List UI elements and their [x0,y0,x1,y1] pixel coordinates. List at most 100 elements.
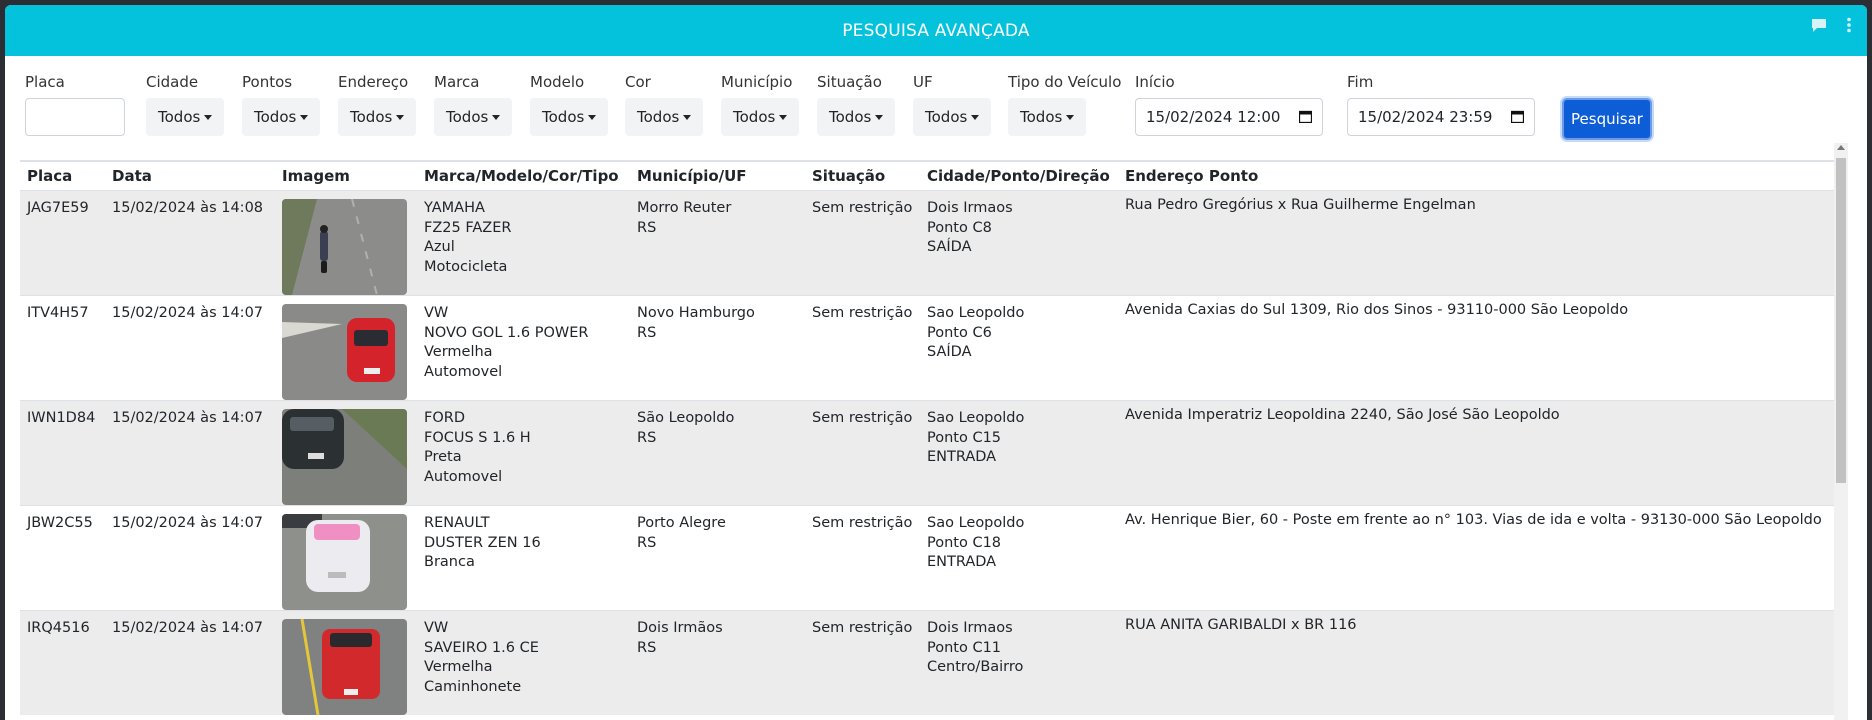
table-scrollbar[interactable] [1834,143,1848,720]
table-row[interactable]: JBW2C55 15/02/2024 às 14:07 RENAULT DUST… [20,505,1842,611]
column-header-veiculo[interactable]: Marca/Modelo/Cor/Tipo [417,162,630,191]
page-header: PESQUISA AVANÇADA [5,5,1867,56]
pontos-label: Pontos [242,73,293,91]
uf: RS [637,639,657,656]
cell-imagem [275,506,417,611]
ponto: Ponto C8 [927,219,992,236]
table-row[interactable]: JAG7E59 15/02/2024 às 14:08 YAMAHA FZ25 … [20,190,1842,296]
vehicle-model: NOVO GOL 1.6 POWER [424,324,589,341]
vehicle-photo[interactable] [282,199,407,295]
vehicle-type: Motocicleta [424,259,508,276]
tipo-value: Todos [1020,108,1063,126]
ponto: Ponto C11 [927,639,1002,656]
column-header-placa[interactable]: Placa [20,162,105,191]
placa-input[interactable] [25,98,125,136]
caret-down-icon [1066,114,1075,120]
situacao-dropdown[interactable]: Todos [817,98,896,136]
modelo-dropdown[interactable]: Todos [530,98,609,136]
municipio-label: Município [721,73,793,91]
cor-dropdown[interactable]: Todos [625,98,704,136]
cidade-value: Todos [158,108,201,126]
cell-cidade: Sao Leopoldo Ponto C6 SAÍDA [920,296,1118,401]
fim-datetime-input[interactable]: 15/02/2024 23:59 [1347,98,1535,136]
column-header-endereco[interactable]: Endereço Ponto [1118,162,1842,191]
vehicle-photo[interactable] [282,304,407,400]
direcao: SAÍDA [927,239,972,256]
cell-municipio: Morro Reuter RS [630,191,805,296]
cell-imagem [275,191,417,296]
caret-down-icon [683,114,692,120]
vehicle-photo[interactable] [282,514,407,610]
cell-endereco: Rua Pedro Gregórius x Rua Guilherme Enge… [1125,197,1476,213]
column-header-cidade[interactable]: Cidade/Ponto/Direção [920,162,1118,191]
cell-cidade: Sao Leopoldo Ponto C15 ENTRADA [920,401,1118,506]
modelo-value: Todos [542,108,585,126]
cell-imagem [275,296,417,401]
vehicle-model: FOCUS S 1.6 H [424,429,531,446]
cell-endereco: Av. Henrique Bier, 60 - Poste em frente … [1125,512,1822,528]
vehicle-color: Azul [424,239,455,256]
cell-endereco: Avenida Imperatriz Leopoldina 2240, São … [1125,407,1560,423]
modelo-label: Modelo [530,73,585,91]
calendar-icon[interactable] [1299,110,1312,123]
ponto: Ponto C18 [927,534,1002,551]
inicio-datetime-input[interactable]: 15/02/2024 12:00 [1135,98,1323,136]
chat-icon[interactable] [1811,17,1827,33]
app-window: PESQUISA AVANÇADA Placa Cidade Todos Pon… [5,5,1867,720]
table-row[interactable]: ITV4H57 15/02/2024 às 14:07 VW NOVO GOL … [20,295,1842,401]
caret-down-icon [396,114,405,120]
scrollbar-thumb[interactable] [1836,158,1846,483]
more-vertical-icon[interactable] [1841,17,1857,33]
caret-down-icon [588,114,597,120]
column-header-imagem[interactable]: Imagem [275,162,417,191]
caret-down-icon [971,114,980,120]
cell-situacao: Sem restrição [812,200,913,216]
vehicle-brand: VW [424,620,449,636]
table-row[interactable]: IRQ4516 15/02/2024 às 14:07 VW SAVEIRO 1… [20,610,1842,716]
vehicle-type: Caminhonete [424,679,522,696]
cidade-label: Cidade [146,73,199,91]
marca-dropdown[interactable]: Todos [434,98,513,136]
vehicle-photo[interactable] [282,409,407,505]
cell-municipio: Porto Alegre RS [630,506,805,611]
vehicle-type: Automovel [424,364,503,381]
vehicle-model: SAVEIRO 1.6 CE [424,639,539,656]
table-row[interactable]: IWN1D84 15/02/2024 às 14:07 FORD FOCUS S… [20,400,1842,506]
caret-down-icon [300,114,309,120]
situacao-label: Situação [817,73,882,91]
cell-cidade: Dois Irmaos Ponto C8 SAÍDA [920,191,1118,296]
marca-value: Todos [446,108,489,126]
vehicle-color: Preta [424,449,462,466]
cell-veiculo: FORD FOCUS S 1.6 H Preta Automovel [417,401,630,506]
municipio: Dois Irmãos [637,620,723,636]
tipo-dropdown[interactable]: Todos [1008,98,1087,136]
direcao: SAÍDA [927,344,972,361]
column-header-data[interactable]: Data [105,162,275,191]
column-header-situacao[interactable]: Situação [805,162,920,191]
cidade-dropdown[interactable]: Todos [146,98,225,136]
cidade: Dois Irmaos [927,200,1013,216]
vehicle-color: Branca [424,554,475,571]
uf-dropdown[interactable]: Todos [913,98,992,136]
endereco-dropdown[interactable]: Todos [338,98,417,136]
municipio-dropdown[interactable]: Todos [721,98,800,136]
column-header-municipio[interactable]: Município/UF [630,162,805,191]
cell-endereco: Avenida Caxias do Sul 1309, Rio dos Sino… [1125,302,1629,318]
vehicle-model: DUSTER ZEN 16 [424,534,541,551]
calendar-icon[interactable] [1511,110,1524,123]
cell-data: 15/02/2024 às 14:08 [112,200,264,216]
pontos-dropdown[interactable]: Todos [242,98,321,136]
results-table: Placa Data Imagem Marca/Modelo/Cor/Tipo … [20,162,1842,715]
page-title: PESQUISA AVANÇADA [842,20,1030,41]
ponto: Ponto C15 [927,429,1002,446]
cor-label: Cor [625,73,651,91]
vehicle-photo[interactable] [282,619,407,715]
caret-down-icon [875,114,884,120]
uf: RS [637,219,657,236]
cell-cidade: Dois Irmaos Ponto C11 Centro/Bairro [920,611,1118,716]
search-button[interactable]: Pesquisar [1562,98,1652,140]
cell-endereco: RUA ANITA GARIBALDI x BR 116 [1125,617,1357,633]
uf: RS [637,429,657,446]
scroll-up-arrow-icon[interactable] [1837,145,1845,150]
vehicle-brand: YAMAHA [424,200,485,216]
